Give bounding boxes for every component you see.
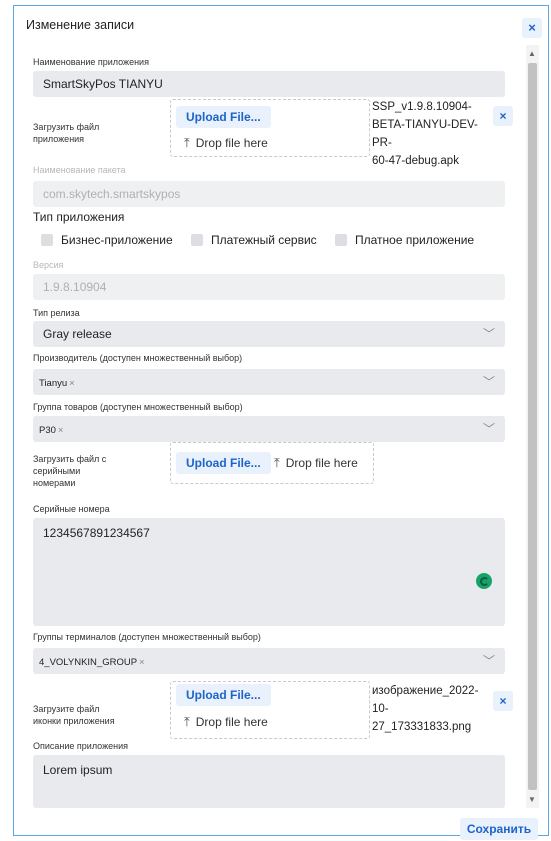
- version-input: 1.9.8.10904: [33, 274, 505, 300]
- dialog-title: Изменение записи: [26, 18, 135, 32]
- serials-drop-hint: ⤒ Drop file here: [274, 455, 358, 471]
- serials-drop-text: Drop file here: [285, 456, 358, 470]
- icon-file-dropzone[interactable]: Upload File... ⤒ Drop file here: [170, 681, 370, 739]
- upload-icon: ⤒: [274, 455, 280, 470]
- chevron-down-icon[interactable]: ﹀: [483, 416, 495, 442]
- upload-icon: ⤒: [184, 714, 190, 729]
- app-name-label: Наименование приложения: [33, 57, 149, 67]
- remove-app-file-button[interactable]: ×: [493, 106, 513, 126]
- business-app-label: Бизнес-приложение: [61, 233, 173, 247]
- payment-service-label: Платежный сервис: [211, 233, 317, 247]
- close-icon[interactable]: ×: [139, 657, 145, 668]
- app-file-dropzone[interactable]: Upload File... ⤒ Drop file here: [170, 99, 370, 157]
- form-scrollbar[interactable]: ▲ ▼: [526, 45, 539, 808]
- grammarly-icon[interactable]: [476, 573, 492, 589]
- serials-file-label-line3: номерами: [33, 478, 76, 488]
- icon-drop-text: Drop file here: [195, 715, 268, 729]
- app-filename-line3: 60-47-debug.apk: [372, 155, 459, 167]
- scrollbar-thumb[interactable]: [528, 63, 537, 790]
- product-group-chip-label: P30: [39, 425, 56, 436]
- terminal-group-chip: 4_VOLYNKIN_GROUP ×: [39, 656, 148, 670]
- serials-textarea[interactable]: 1234567891234567: [33, 518, 505, 626]
- product-group-label: Группа товаров (доступен множественный в…: [33, 402, 243, 412]
- app-drop-hint: ⤒ Drop file here: [184, 135, 268, 151]
- remove-icon-file-button[interactable]: ×: [493, 691, 513, 711]
- manufacturer-chip: Tianyu ×: [39, 377, 78, 391]
- serials-value: 1234567891234567: [43, 526, 150, 540]
- arrow-up-icon[interactable]: ▲: [528, 49, 536, 58]
- icon-file-label: Загрузите файл иконки приложения: [33, 703, 115, 727]
- package-name-input: com.skytech.smartskypos: [33, 181, 505, 207]
- app-drop-text: Drop file here: [195, 136, 268, 150]
- checkbox-box[interactable]: [191, 234, 203, 246]
- description-label: Описание приложения: [33, 741, 128, 751]
- paid-app-checkbox[interactable]: Платное приложение: [335, 233, 474, 247]
- app-upload-button[interactable]: Upload File...: [176, 106, 271, 128]
- icon-filename-line1: изображение_2022-10-: [372, 685, 479, 715]
- icon-drop-hint: ⤒ Drop file here: [184, 714, 268, 730]
- icon-upload-button[interactable]: Upload File...: [176, 684, 271, 706]
- terminal-groups-select[interactable]: 4_VOLYNKIN_GROUP × ﹀: [33, 648, 505, 674]
- serials-file-label-line1: Загрузить файл с: [33, 454, 107, 464]
- app-filename: SSP_v1.9.8.10904- BETA-TIANYU-DEV-PR- 60…: [372, 98, 480, 170]
- app-file-label: Загрузить файл приложения: [33, 121, 99, 145]
- terminal-group-chip-label: 4_VOLYNKIN_GROUP: [39, 657, 138, 668]
- chevron-down-icon[interactable]: ﹀: [483, 369, 495, 395]
- paid-app-label: Платное приложение: [355, 233, 475, 247]
- manufacturer-chip-label: Tianyu: [39, 378, 68, 389]
- app-file-label-line2: приложения: [33, 134, 85, 144]
- checkbox-box[interactable]: [41, 234, 53, 246]
- arrow-down-icon[interactable]: ▼: [528, 795, 536, 804]
- terminal-groups-label: Группы терминалов (доступен множественны…: [33, 632, 261, 642]
- description-textarea[interactable]: Lorem ipsum: [33, 755, 505, 808]
- close-icon[interactable]: ×: [58, 425, 64, 436]
- serials-upload-button[interactable]: Upload File...: [176, 452, 271, 474]
- checkbox-box[interactable]: [335, 234, 347, 246]
- product-group-select[interactable]: P30 × ﹀: [33, 416, 505, 442]
- serials-file-label: Загрузить файл с серийными номерами: [33, 453, 106, 489]
- business-app-checkbox[interactable]: Бизнес-приложение: [41, 233, 173, 247]
- icon-filename: изображение_2022-10- 27_173331833.png: [372, 682, 492, 736]
- icon-file-label-line1: Загрузите файл: [33, 704, 100, 714]
- serials-file-dropzone[interactable]: Upload File... ⤒ Drop file here: [170, 442, 374, 484]
- manufacturer-label: Производитель (доступен множественный вы…: [33, 353, 243, 363]
- save-button[interactable]: Сохранить: [460, 818, 538, 840]
- product-group-chip: P30 ×: [39, 424, 66, 438]
- manufacturer-select[interactable]: Tianyu × ﹀: [33, 369, 505, 395]
- serials-file-label-line2: серийными: [33, 466, 81, 476]
- app-file-label-line1: Загрузить файл: [33, 122, 100, 132]
- version-label: Версия: [33, 260, 64, 270]
- upload-icon: ⤒: [184, 135, 190, 150]
- close-dialog-button[interactable]: ×: [522, 18, 542, 38]
- serials-label: Серийные номера: [33, 504, 110, 514]
- chevron-down-icon[interactable]: ﹀: [483, 321, 495, 347]
- app-filename-line1: SSP_v1.9.8.10904-: [372, 101, 472, 113]
- chevron-down-icon[interactable]: ﹀: [483, 648, 495, 674]
- icon-file-label-line2: иконки приложения: [33, 716, 115, 726]
- payment-service-checkbox[interactable]: Платежный сервис: [191, 233, 317, 247]
- icon-filename-line2: 27_173331833.png: [372, 721, 472, 733]
- app-filename-line2: BETA-TIANYU-DEV-PR-: [372, 119, 478, 149]
- release-type-select[interactable]: Gray release ﹀: [33, 321, 505, 347]
- app-type-title: Тип приложения: [33, 210, 125, 224]
- close-icon[interactable]: ×: [69, 378, 75, 389]
- release-type-value: Gray release: [43, 327, 112, 341]
- form-scroll-area[interactable]: Наименование приложения SmartSkyPos TIAN…: [33, 50, 513, 813]
- app-name-input[interactable]: SmartSkyPos TIANYU: [33, 71, 505, 97]
- release-type-label: Тип релиза: [33, 308, 80, 318]
- package-name-label: Наименование пакета: [33, 165, 126, 175]
